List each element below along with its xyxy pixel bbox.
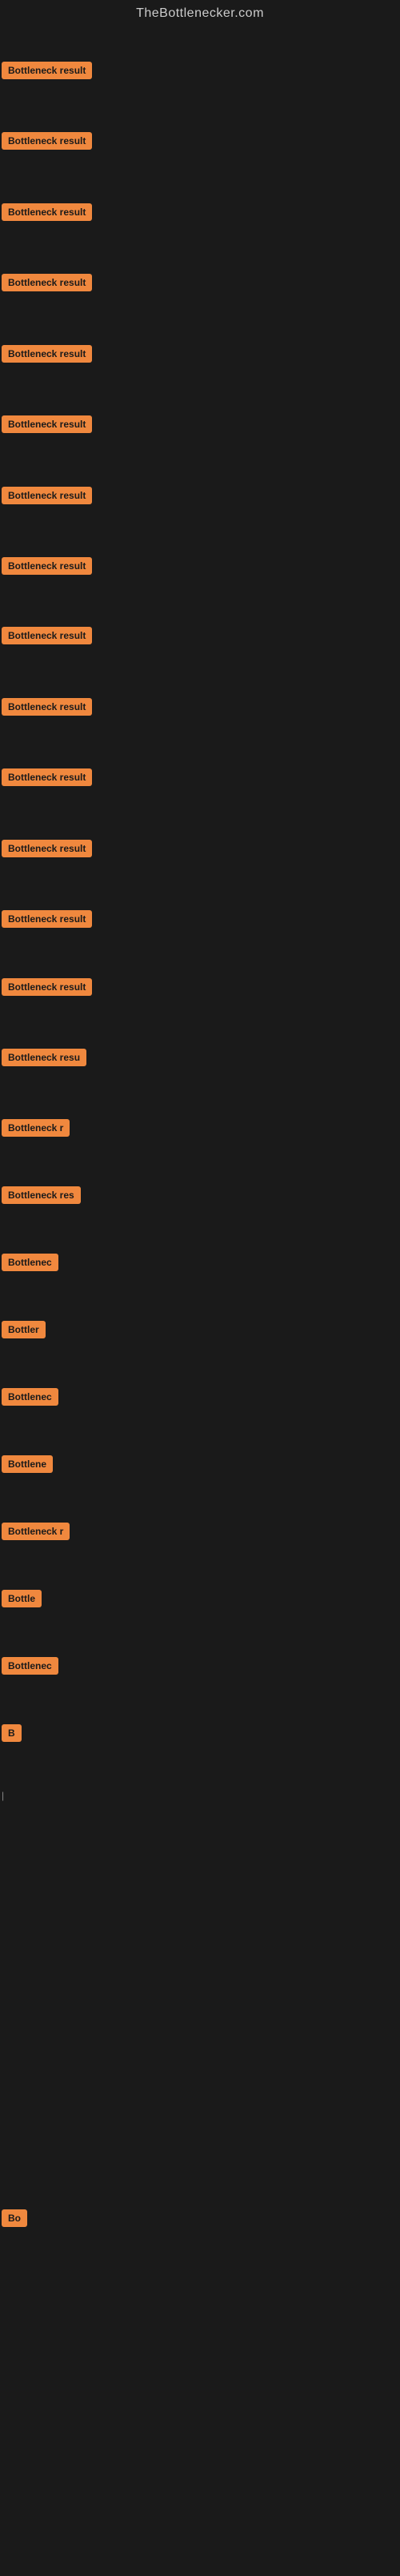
bottleneck-badge-17[interactable]: Bottleneck res — [2, 1186, 81, 1204]
bottleneck-badge-10[interactable]: Bottleneck result — [2, 698, 92, 716]
bottleneck-item-26: | — [2, 1790, 4, 1801]
bottleneck-badge-16[interactable]: Bottleneck r — [2, 1119, 70, 1137]
bottleneck-item-10: Bottleneck result — [2, 696, 92, 721]
bottleneck-item-14: Bottleneck result — [2, 977, 92, 1001]
bottleneck-item-15: Bottleneck resu — [2, 1047, 86, 1072]
bottleneck-item-2: Bottleneck result — [2, 130, 92, 155]
bottleneck-item-3: Bottleneck result — [2, 202, 92, 227]
bottleneck-badge-25[interactable]: B — [2, 1724, 22, 1742]
bottleneck-item-19: Bottler — [2, 1319, 46, 1344]
bottleneck-item-20: Bottlenec — [2, 1386, 58, 1411]
bottleneck-item-24: Bottlenec — [2, 1655, 58, 1680]
bottleneck-item-25: B — [2, 1723, 22, 1747]
site-title: TheBottlenecker.com — [0, 0, 400, 30]
bottleneck-badge-5[interactable]: Bottleneck result — [2, 345, 92, 363]
bottleneck-item-13: Bottleneck result — [2, 909, 92, 933]
bottleneck-item-17: Bottleneck res — [2, 1185, 81, 1210]
bottleneck-badge-11[interactable]: Bottleneck result — [2, 768, 92, 786]
bottleneck-item-18: Bottlenec — [2, 1252, 58, 1277]
bottleneck-badge-21[interactable]: Bottlene — [2, 1455, 53, 1473]
bottleneck-badge-8[interactable]: Bottleneck result — [2, 557, 92, 575]
bottleneck-badge-30[interactable]: Bo — [2, 2209, 27, 2227]
bottleneck-badge-23[interactable]: Bottle — [2, 1590, 42, 1607]
bottleneck-badge-18[interactable]: Bottlenec — [2, 1254, 58, 1271]
bottleneck-badge-24[interactable]: Bottlenec — [2, 1657, 58, 1675]
bottleneck-badge-13[interactable]: Bottleneck result — [2, 910, 92, 928]
bottleneck-badge-12[interactable]: Bottleneck result — [2, 840, 92, 857]
bottleneck-badge-20[interactable]: Bottlenec — [2, 1388, 58, 1406]
bottleneck-item-21: Bottlene — [2, 1454, 53, 1479]
bottleneck-item-7: Bottleneck result — [2, 485, 92, 510]
bottleneck-item-11: Bottleneck result — [2, 767, 92, 792]
bottleneck-badge-2[interactable]: Bottleneck result — [2, 132, 92, 150]
bottleneck-item-16: Bottleneck r — [2, 1117, 70, 1142]
bottleneck-badge-1[interactable]: Bottleneck result — [2, 62, 92, 79]
bottleneck-badge-15[interactable]: Bottleneck resu — [2, 1049, 86, 1066]
bottleneck-badge-4[interactable]: Bottleneck result — [2, 274, 92, 291]
bottleneck-badge-14[interactable]: Bottleneck result — [2, 978, 92, 996]
bottleneck-badge-3[interactable]: Bottleneck result — [2, 203, 92, 221]
bottleneck-item-5: Bottleneck result — [2, 343, 92, 368]
bottleneck-item-23: Bottle — [2, 1588, 42, 1613]
bottleneck-item-22: Bottleneck r — [2, 1521, 70, 1546]
bottleneck-badge-22[interactable]: Bottleneck r — [2, 1523, 70, 1540]
bottleneck-item-8: Bottleneck result — [2, 556, 92, 580]
bottleneck-badge-6[interactable]: Bottleneck result — [2, 415, 92, 433]
bottleneck-item-9: Bottleneck result — [2, 625, 92, 650]
bottleneck-item-1: Bottleneck result — [2, 60, 92, 85]
bottleneck-item-6: Bottleneck result — [2, 414, 92, 439]
bottleneck-badge-9[interactable]: Bottleneck result — [2, 627, 92, 644]
bottleneck-item-30: Bo — [2, 2208, 27, 2233]
bottleneck-item-12: Bottleneck result — [2, 838, 92, 863]
bottleneck-item-4: Bottleneck result — [2, 272, 92, 297]
bottleneck-badge-19[interactable]: Bottler — [2, 1321, 46, 1338]
bottleneck-badge-7[interactable]: Bottleneck result — [2, 487, 92, 504]
